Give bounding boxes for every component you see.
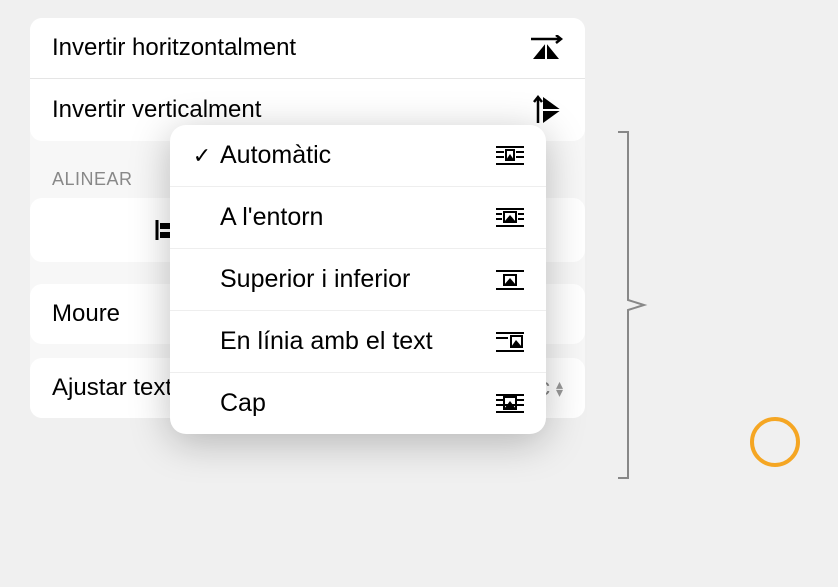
wrap-option-inline[interactable]: En línia amb el text [170, 311, 546, 373]
highlight-circle [750, 417, 800, 467]
checkmark-icon: ✓ [184, 143, 220, 169]
wrap-option-label: En línia amb el text [220, 327, 486, 356]
wrap-auto-icon [486, 144, 526, 168]
wrap-inline-icon [486, 330, 526, 354]
flip-vertical-label: Invertir verticalment [52, 96, 529, 124]
wrap-around-icon [486, 206, 526, 230]
move-label: Moure [52, 300, 120, 328]
wrap-option-above-below[interactable]: Superior i inferior [170, 249, 546, 311]
popup-chevron-icon: ▴▾ [556, 380, 563, 396]
wrap-option-none[interactable]: Cap [170, 373, 546, 434]
text-wrap-popup: ✓ Automàtic A l'entorn [170, 125, 546, 434]
wrap-option-label: Cap [220, 389, 486, 418]
text-wrap-label: Ajustar text [52, 374, 172, 402]
callout-bracket [616, 130, 648, 480]
flip-vertical-icon [529, 95, 563, 125]
flip-horizontal-row[interactable]: Invertir horitzontalment [30, 18, 585, 79]
flip-horizontal-icon [529, 35, 563, 61]
wrap-option-label: A l'entorn [220, 203, 486, 232]
wrap-option-automatic[interactable]: ✓ Automàtic [170, 125, 546, 187]
wrap-none-icon [486, 392, 526, 416]
wrap-option-label: Superior i inferior [220, 265, 486, 294]
wrap-option-around[interactable]: A l'entorn [170, 187, 546, 249]
flip-horizontal-label: Invertir horitzontalment [52, 34, 529, 62]
flip-group: Invertir horitzontalment Invertir vertic… [30, 18, 585, 141]
wrap-option-label: Automàtic [220, 141, 486, 170]
wrap-above-below-icon [486, 268, 526, 292]
